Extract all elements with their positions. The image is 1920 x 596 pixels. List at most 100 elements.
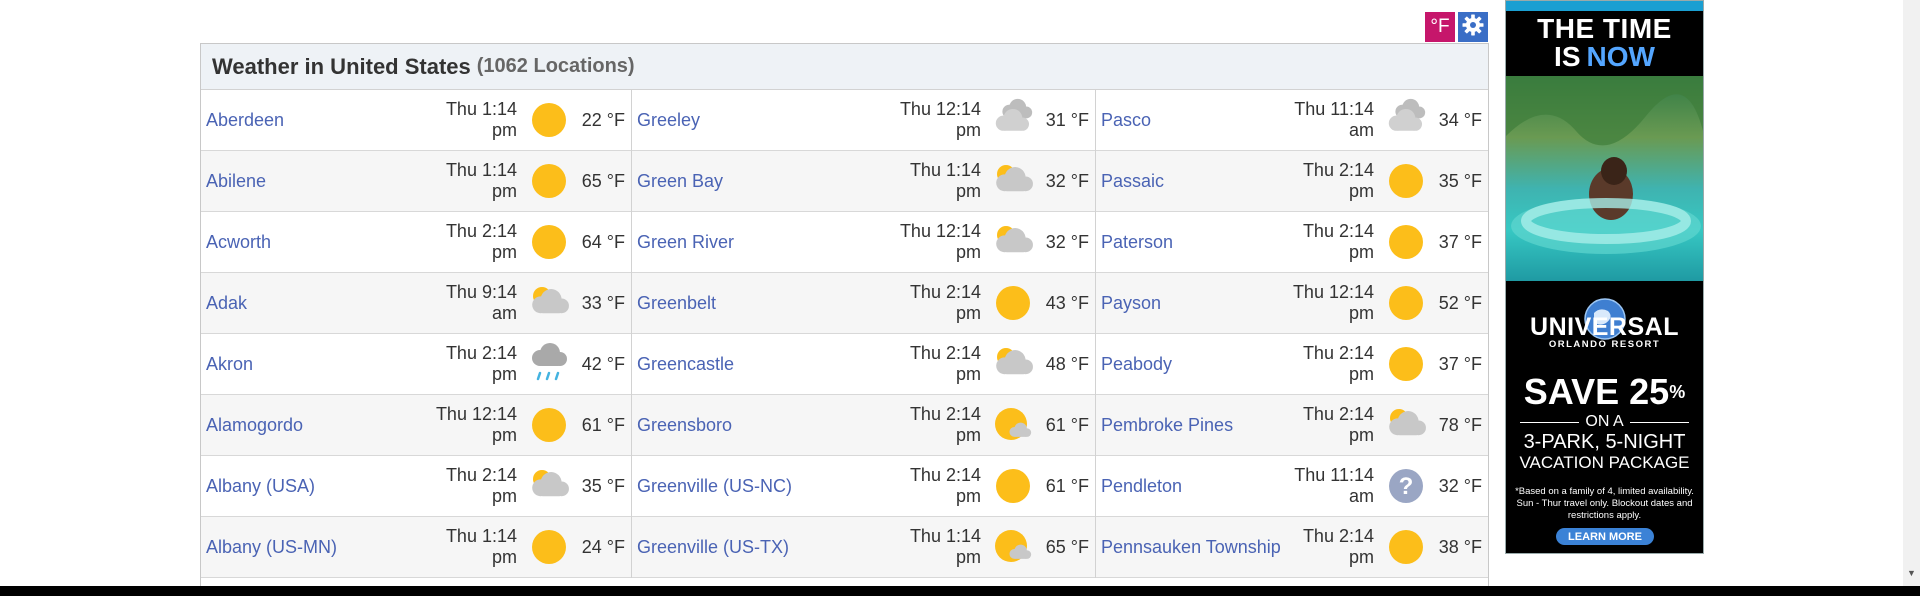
city-link[interactable]: Greensboro <box>637 415 910 436</box>
city-link[interactable]: Greencastle <box>637 354 910 375</box>
ad-brand-sub: ORLANDO RESORT <box>1548 339 1661 350</box>
table-row: Pendleton Thu 11:14 am ? 32 °F <box>1096 456 1488 517</box>
city-link[interactable]: Greenville (US-NC) <box>637 476 910 497</box>
city-link[interactable]: Payson <box>1101 293 1293 314</box>
local-time-ampm: pm <box>1348 425 1374 445</box>
scroll-down-arrow-icon[interactable]: ▼ <box>1903 566 1920 580</box>
partly-cloudy-icon[interactable] <box>989 159 1037 203</box>
advertisement-banner[interactable]: THE TIME IS NOW UNIVERSAL ORLANDO RESORT … <box>1505 0 1704 554</box>
city-link[interactable]: Paterson <box>1101 232 1303 253</box>
partly-cloudy-icon[interactable] <box>989 220 1037 264</box>
partly-cloudy-icon[interactable] <box>989 342 1037 386</box>
city-link[interactable]: Pennsauken Township <box>1101 537 1303 558</box>
sun-icon[interactable] <box>1382 159 1430 203</box>
table-row: Acworth Thu 2:14 pm 64 °F <box>201 212 631 273</box>
city-link[interactable]: Albany (US-MN) <box>206 537 446 558</box>
city-link[interactable]: Acworth <box>206 232 446 253</box>
local-time-ampm: pm <box>491 425 517 445</box>
sun-icon[interactable] <box>1382 342 1430 386</box>
sun-icon[interactable] <box>989 464 1037 508</box>
local-time: Thu 2:14 pm <box>910 404 981 446</box>
table-row: Greencastle Thu 2:14 pm 48 °F <box>632 334 1095 395</box>
local-time-day: Thu 2:14 <box>445 221 517 241</box>
sun-icon[interactable] <box>525 220 573 264</box>
local-time-ampm: pm <box>955 547 981 567</box>
local-time: Thu 2:14 pm <box>910 343 981 385</box>
local-time-day: Thu 1:14 <box>909 526 981 546</box>
sun-icon[interactable] <box>525 159 573 203</box>
sun-icon[interactable] <box>1382 525 1430 569</box>
cloudy-icon[interactable] <box>1382 98 1430 142</box>
table-row: Greenville (US-NC) Thu 2:14 pm 61 °F <box>632 456 1095 517</box>
sun-icon[interactable] <box>989 281 1037 325</box>
sun-icon[interactable] <box>525 403 573 447</box>
sun-small-cloud-icon[interactable] <box>989 403 1037 447</box>
table-row: Green River Thu 12:14 pm 32 °F <box>632 212 1095 273</box>
sun-icon[interactable] <box>1382 281 1430 325</box>
temperature: 52 °F <box>1438 292 1482 313</box>
city-link[interactable]: Greeley <box>637 110 900 131</box>
local-time: Thu 12:14 pm <box>1293 282 1374 324</box>
temperature: 37 °F <box>1438 231 1482 252</box>
local-time: Thu 2:14 pm <box>1303 404 1374 446</box>
city-link[interactable]: Alamogordo <box>206 415 436 436</box>
rain-icon[interactable] <box>525 342 573 386</box>
local-time-ampm: pm <box>955 486 981 506</box>
locations-column: Aberdeen Thu 1:14 pm 22 °F Abilene Thu 1:14 pm… <box>201 90 632 578</box>
temperature: 32 °F <box>1045 170 1089 191</box>
unknown-icon[interactable]: ? <box>1382 464 1430 508</box>
local-time-day: Thu 1:14 <box>445 526 517 546</box>
local-time-ampm: pm <box>491 181 517 201</box>
city-link[interactable]: Pembroke Pines <box>1101 415 1303 436</box>
table-row: Greeley Thu 12:14 pm 31 °F <box>632 90 1095 151</box>
ad-learn-more-button[interactable]: LEARN MORE <box>1556 528 1654 545</box>
partly-cloudy-icon[interactable] <box>525 281 573 325</box>
ad-save-percent: % <box>1669 382 1686 402</box>
temperature: 64 °F <box>581 231 625 252</box>
sun-small-cloud-icon[interactable] <box>989 525 1037 569</box>
unit-toggle-button[interactable]: °F <box>1425 12 1455 42</box>
local-time-ampm: pm <box>955 364 981 384</box>
city-link[interactable]: Pasco <box>1101 110 1294 131</box>
weather-locations-table: Weather in United States (1062 Locations… <box>200 43 1489 588</box>
city-link[interactable]: Albany (USA) <box>206 476 446 497</box>
sun-icon[interactable] <box>525 525 573 569</box>
local-time-ampm: pm <box>955 181 981 201</box>
city-link[interactable]: Greenville (US-TX) <box>637 537 910 558</box>
sun-icon[interactable] <box>525 98 573 142</box>
local-time-ampm: pm <box>491 120 517 140</box>
city-link[interactable]: Pendleton <box>1101 476 1294 497</box>
city-link[interactable]: Aberdeen <box>206 110 446 131</box>
local-time-day: Thu 2:14 <box>1302 343 1374 363</box>
city-link[interactable]: Greenbelt <box>637 293 910 314</box>
local-time: Thu 2:14 pm <box>1303 221 1374 263</box>
city-link[interactable]: Akron <box>206 354 446 375</box>
city-link[interactable]: Adak <box>206 293 446 314</box>
temperature: 37 °F <box>1438 353 1482 374</box>
partly-cloudy-icon[interactable] <box>1382 403 1430 447</box>
table-row: Aberdeen Thu 1:14 pm 22 °F <box>201 90 631 151</box>
page-scrollbar[interactable] <box>1903 0 1920 586</box>
local-time-day: Thu 11:14 <box>1294 465 1374 485</box>
local-time-ampm: pm <box>491 242 517 262</box>
local-time: Thu 2:14 pm <box>910 465 981 507</box>
ad-park-text: 3-PARK, 5-NIGHT <box>1523 431 1686 453</box>
temperature: 42 °F <box>581 353 625 374</box>
table-row: Albany (US-MN) Thu 1:14 pm 24 °F <box>201 517 631 578</box>
local-time-ampm: pm <box>491 486 517 506</box>
city-link[interactable]: Abilene <box>206 171 446 192</box>
settings-button[interactable] <box>1458 12 1488 42</box>
city-link[interactable]: Green River <box>637 232 900 253</box>
temperature: 43 °F <box>1045 292 1089 313</box>
sun-icon[interactable] <box>1382 220 1430 264</box>
temperature: 61 °F <box>1045 475 1089 496</box>
city-link[interactable]: Passaic <box>1101 171 1303 192</box>
local-time: Thu 1:14 pm <box>446 99 517 141</box>
partly-cloudy-icon[interactable] <box>525 464 573 508</box>
local-time-day: Thu 9:14 <box>445 282 517 302</box>
cloudy-icon[interactable] <box>989 98 1037 142</box>
city-link[interactable]: Green Bay <box>637 171 910 192</box>
local-time: Thu 12:14 pm <box>900 99 981 141</box>
ad-save-text: SAVE 25 <box>1523 371 1670 412</box>
city-link[interactable]: Peabody <box>1101 354 1303 375</box>
